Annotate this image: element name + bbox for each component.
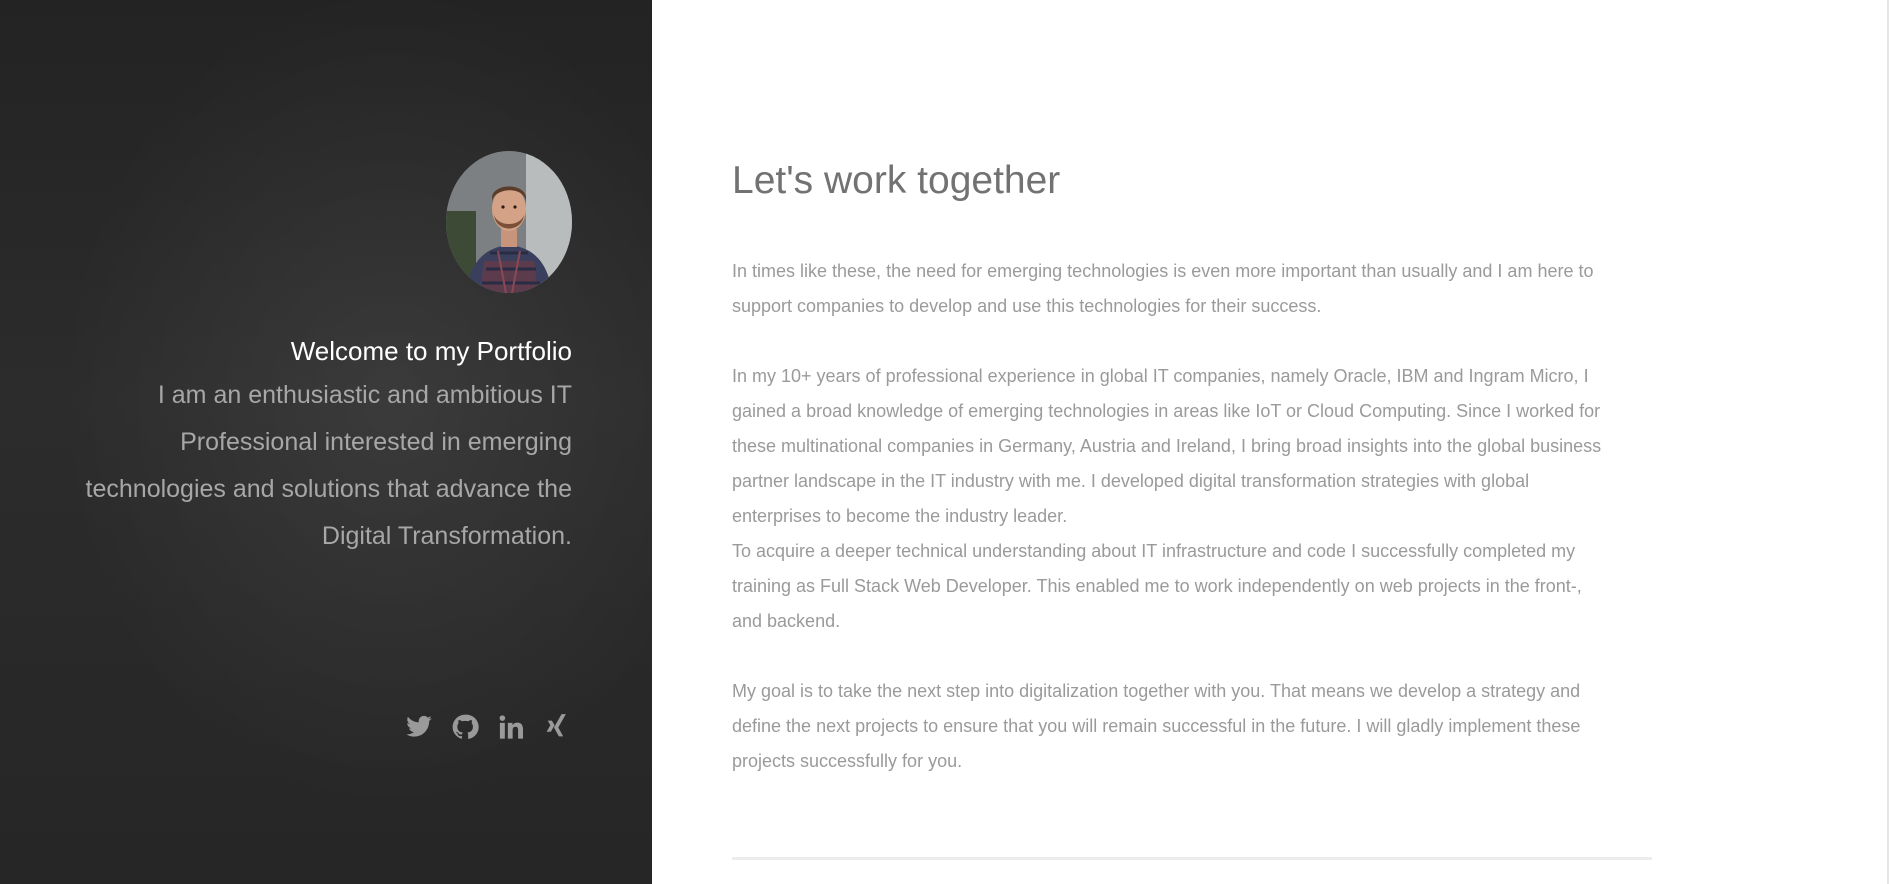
paragraph-line: My goal is to take the next step into di… (732, 681, 1581, 701)
paragraph-line: and backend. (732, 611, 841, 631)
page: Welcome to my Portfolio I am an enthusia… (0, 0, 1889, 884)
paragraph-line: these multinational companies in Germany… (732, 436, 1602, 456)
paragraph-line: training as Full Stack Web Developer. Th… (732, 576, 1582, 596)
paragraph-line: gained a broad knowledge of emerging tec… (732, 401, 1601, 421)
welcome-title: Welcome to my Portfolio (290, 336, 572, 366)
page-title: Let's work together (732, 159, 1061, 202)
sidebar: Welcome to my Portfolio I am an enthusia… (0, 0, 652, 884)
xing-icon (546, 714, 566, 737)
avatar (446, 151, 572, 293)
paragraph-line: partner landscape in the IT industry wit… (732, 471, 1530, 491)
intro-line: I am an enthusiastic and ambitious IT (157, 381, 572, 409)
paragraph-line: In my 10+ years of professional experien… (732, 366, 1589, 386)
twitter-icon (406, 715, 432, 737)
twitter-link[interactable] (404, 712, 434, 742)
paragraph-line: support companies to develop and use thi… (732, 296, 1322, 316)
xing-link[interactable] (542, 712, 572, 742)
github-icon (452, 714, 479, 739)
paragraph-line: projects successfully for you. (732, 751, 963, 771)
intro-line: technologies and solutions that advance … (85, 475, 572, 503)
paragraph-intro: In times like these, the need for emergi… (732, 254, 1652, 324)
paragraph-line: In times like these, the need for emergi… (732, 261, 1594, 281)
intro-line: Digital Transformation. (321, 522, 572, 550)
paragraph-experience: In my 10+ years of professional experien… (732, 359, 1652, 534)
paragraph-goal: My goal is to take the next step into di… (732, 674, 1652, 779)
linkedin-icon (499, 715, 524, 739)
paragraph-line: enterprises to become the industry leade… (732, 506, 1068, 526)
linkedin-link[interactable] (496, 712, 526, 742)
section-divider (732, 857, 1652, 860)
social-links (404, 712, 572, 742)
main-content: Let's work together In times like these,… (652, 0, 1889, 884)
sidebar-intro: Welcome to my Portfolio I am an enthusia… (52, 151, 572, 560)
github-link[interactable] (450, 712, 480, 742)
paragraph-line: To acquire a deeper technical understand… (732, 541, 1576, 561)
paragraph-line: define the next projects to ensure that … (732, 716, 1581, 736)
intro-line: Professional interested in emerging (180, 428, 572, 456)
paragraph-training: To acquire a deeper technical understand… (732, 534, 1652, 639)
about-section: Let's work together In times like these,… (732, 153, 1652, 779)
intro-text: I am an enthusiastic and ambitious IT Pr… (52, 372, 572, 560)
